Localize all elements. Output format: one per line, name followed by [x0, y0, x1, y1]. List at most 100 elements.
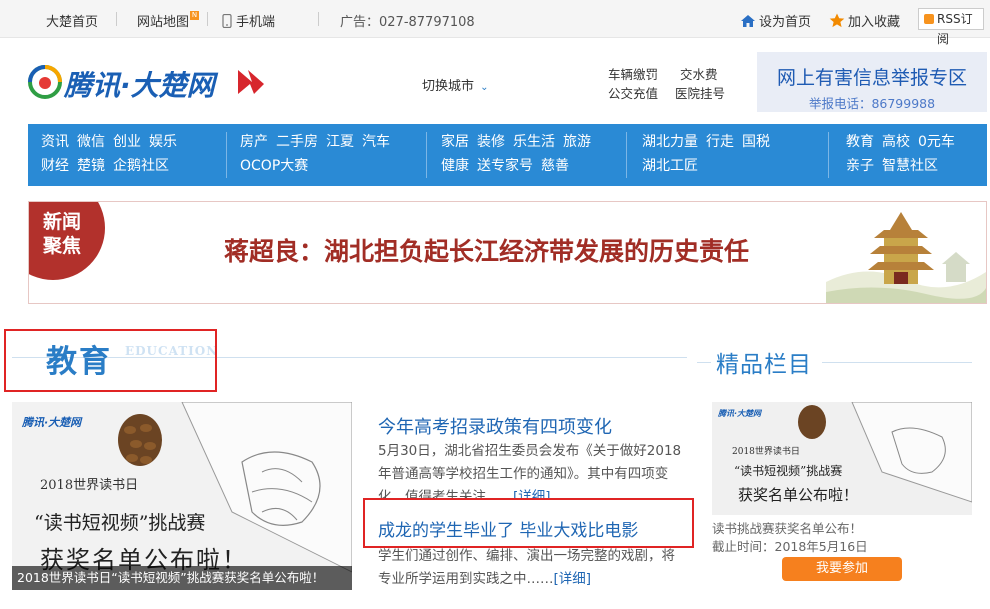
nav-item[interactable]: 0元车	[918, 134, 955, 150]
star-icon	[829, 13, 845, 28]
join-button[interactable]: 我要参加	[782, 557, 902, 581]
nav-divider	[426, 132, 427, 178]
nav-item[interactable]: 智慧社区	[882, 158, 938, 174]
nav-item[interactable]: 江夏	[326, 134, 354, 150]
sitemap-link[interactable]: 网站地图 N	[137, 11, 200, 30]
banner-tag-line1: 新闻	[43, 211, 82, 233]
home-link[interactable]: 大楚首页	[46, 11, 98, 30]
nav-group-news: 资讯 微信 创业 娱乐 财经 楚镜 企鹅社区	[41, 130, 185, 178]
quick-link-vehicle-fines[interactable]: 车辆缴罚	[608, 66, 658, 84]
divider	[318, 12, 319, 26]
image-text-line3: 获奖名单公布啦！	[738, 486, 859, 504]
nav-item[interactable]: 企鹅社区	[113, 158, 169, 174]
nav-divider	[626, 132, 627, 178]
featured-deadline: 截止时间：2018年5月16日	[712, 539, 868, 554]
nav-item[interactable]: 创业	[113, 134, 141, 150]
divider	[116, 12, 117, 26]
article-summary: 学生们通过创作、编排、演出一场完整的戏剧，将专业所学运用到实践之中……[详细]	[378, 545, 684, 591]
nav-item[interactable]: 家居	[441, 134, 469, 150]
report-center[interactable]: 网上有害信息举报专区 举报电话：86799988	[757, 52, 987, 112]
chevron-down-icon: ⌄	[480, 82, 489, 93]
set-home-label: 设为首页	[759, 15, 812, 30]
highlight-box	[4, 329, 217, 392]
favorite-link[interactable]: 加入收藏	[829, 11, 900, 30]
nav-item[interactable]: 娱乐	[149, 134, 177, 150]
nav-group-hubei: 湖北力量 行走 国税 湖北工匠	[642, 130, 778, 178]
nav-item[interactable]: 亲子	[846, 158, 874, 174]
section-title-featured[interactable]: 精品栏目	[716, 345, 812, 379]
quick-link-hospital[interactable]: 医院挂号	[675, 85, 725, 103]
nav-item[interactable]: 旅游	[563, 134, 591, 150]
education-feature-image[interactable]: 腾讯·大楚网 2018世界读书日 “读书短视频”挑战赛 获奖名单公布啦！ 201…	[12, 402, 352, 590]
section-divider	[697, 362, 711, 363]
image-text-line2: “读书短视频”挑战赛	[34, 512, 206, 534]
article-title[interactable]: 成龙的学生毕业了 毕业大戏比电影	[378, 516, 638, 541]
nav-item[interactable]: 财经	[41, 158, 69, 174]
nav-group-house: 房产 二手房 江夏 汽车 OCOP大赛	[240, 130, 398, 178]
report-phone: 举报电话：86799988	[808, 96, 936, 111]
article-summary: 5月30日，湖北省招生委员会发布《关于做好2018年普通高等学校招生工作的通知》…	[378, 440, 684, 500]
nav-item[interactable]: 房产	[240, 134, 268, 150]
nav-item[interactable]: 微信	[77, 134, 105, 150]
nav-item[interactable]: 资讯	[41, 134, 69, 150]
image-watermark-logo: 腾讯·大楚网	[718, 409, 762, 418]
report-title: 网上有害信息举报专区	[776, 67, 967, 89]
nav-item[interactable]: 行走	[706, 134, 734, 150]
nav-item[interactable]: 国税	[742, 134, 770, 150]
logo-flag-icon	[238, 70, 264, 94]
banner-headline[interactable]: 蒋超良：湖北担负起长江经济带发展的历史责任	[224, 232, 749, 268]
nav-item[interactable]: 湖北力量	[642, 134, 698, 150]
featured-image[interactable]: 腾讯·大楚网 2018世界读书日 “读书短视频”挑战赛 获奖名单公布啦！	[712, 402, 972, 515]
image-watermark-logo: 腾讯·大楚网	[22, 416, 82, 429]
nav-divider	[226, 132, 227, 178]
logo-emblem-icon	[28, 65, 62, 99]
divider	[207, 12, 208, 26]
favorite-label: 加入收藏	[848, 15, 901, 30]
article-more-link[interactable]: [详细]	[554, 571, 592, 587]
nav-item[interactable]: 教育	[846, 134, 874, 150]
nav-divider	[828, 132, 829, 178]
new-badge: N	[190, 11, 200, 20]
rss-label: RSS订阅	[937, 12, 973, 46]
news-focus-banner[interactable]: 新闻 聚焦 蒋超良：湖北担负起长江经济带发展的历史责任	[28, 201, 987, 304]
ad-phone: 广告：027-87797108	[340, 15, 475, 30]
mobile-label: 手机端	[236, 15, 276, 30]
rss-link[interactable]: RSS订阅	[918, 8, 984, 46]
nav-item[interactable]: 乐生活	[513, 134, 555, 150]
article-summary-text: 学生们通过创作、编排、演出一场完整的戏剧，将专业所学运用到实践之中……	[378, 548, 675, 587]
nav-item[interactable]: 健康	[441, 158, 469, 174]
featured-description: 读书挑战赛获奖名单公布！ 截止时间：2018年5月16日	[712, 520, 868, 556]
article-title[interactable]: 今年高考招录政策有四项变化	[378, 413, 612, 439]
nav-item[interactable]: 送专家号	[477, 158, 533, 174]
main-nav: 资讯 微信 创业 娱乐 财经 楚镜 企鹅社区 房产 二手房 江夏 汽车 OCOP大赛 家居 装修乐…	[28, 124, 987, 186]
nav-item[interactable]: 装修	[477, 134, 505, 150]
city-switch-label: 切换城市	[422, 79, 475, 94]
nav-group-life: 家居 装修 乐生活 旅游 健康 送专家号 慈善	[441, 130, 599, 178]
quick-link-bus-card[interactable]: 公交充值	[608, 85, 658, 103]
nav-item[interactable]: OCOP大赛	[240, 158, 308, 174]
nav-item[interactable]: 高校	[882, 134, 910, 150]
quick-link-water-bill[interactable]: 交水费	[680, 66, 718, 84]
nav-item[interactable]: 二手房	[276, 134, 318, 150]
nav-item[interactable]: 湖北工匠	[642, 158, 698, 174]
city-switch-dropdown[interactable]: 切换城市 ⌄	[422, 75, 489, 94]
image-text-line1: 2018世界读书日	[732, 447, 800, 457]
sitemap-label: 网站地图	[137, 15, 190, 30]
banner-tag: 新闻 聚焦	[43, 210, 81, 258]
banner-tag-line2: 聚焦	[43, 235, 82, 257]
set-home-link[interactable]: 设为首页	[740, 11, 811, 30]
image-text-line2: “读书短视频”挑战赛	[734, 464, 843, 478]
yellow-crane-tower-illustration	[826, 212, 986, 303]
image-caption[interactable]: 2018世界读书日“读书短视频”挑战赛获奖名单公布啦！	[12, 566, 352, 590]
image-text-line1: 2018世界读书日	[40, 478, 139, 493]
nav-item[interactable]: 慈善	[541, 158, 569, 174]
nav-group-education: 教育 高校 0元车 亲子 智慧社区	[846, 130, 963, 178]
rss-icon	[924, 14, 934, 24]
nav-item[interactable]: 楚镜	[77, 158, 105, 174]
featured-desc-text: 读书挑战赛获奖名单公布！	[712, 521, 863, 536]
mobile-icon	[222, 13, 232, 29]
section-divider	[822, 362, 972, 363]
mobile-link[interactable]: 手机端	[222, 11, 275, 30]
nav-item[interactable]: 汽车	[362, 134, 390, 150]
top-bar: 大楚首页 网站地图 N 手机端 广告：027-87797108 设为首页 加入收藏…	[0, 0, 990, 46]
